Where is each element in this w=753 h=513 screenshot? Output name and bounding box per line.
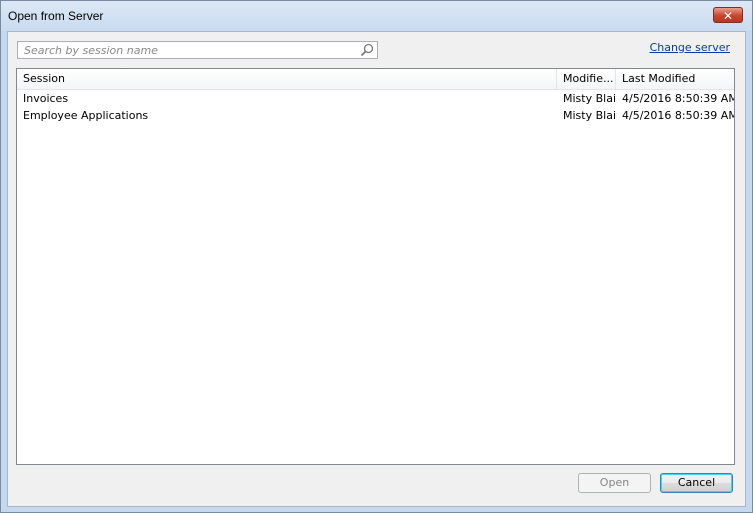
column-header-session[interactable]: Session xyxy=(17,69,557,89)
session-name: Employee Applications xyxy=(23,109,149,122)
title-bar[interactable]: Open from Server ✕ xyxy=(1,1,752,31)
dialog-window: Open from Server ✕ Search by session nam… xyxy=(0,0,753,513)
column-header-last-modified[interactable]: Last Modified xyxy=(616,69,734,89)
open-button[interactable]: Open xyxy=(578,473,651,493)
cancel-button[interactable]: Cancel xyxy=(660,473,733,493)
session-list[interactable]: Session Modifie... Last Modified Invoice… xyxy=(16,68,735,465)
modified-by: Misty Blair xyxy=(563,109,616,122)
search-placeholder: Search by session name xyxy=(24,44,158,57)
list-header: Session Modifie... Last Modified xyxy=(17,69,734,90)
dialog-title: Open from Server xyxy=(8,9,104,23)
change-server-link[interactable]: Change server xyxy=(650,41,730,54)
column-header-modified-by[interactable]: Modifie... xyxy=(557,69,616,89)
last-modified: 4/5/2016 8:50:39 AM xyxy=(622,92,734,105)
search-input[interactable]: Search by session name xyxy=(17,41,378,59)
search-icon[interactable] xyxy=(360,43,374,57)
close-button[interactable]: ✕ xyxy=(713,7,743,23)
table-row[interactable]: Employee Applications Misty Blair 4/5/20… xyxy=(17,107,734,124)
session-name: Invoices xyxy=(23,92,69,105)
table-row[interactable]: Invoices Misty Blair 4/5/2016 8:50:39 AM xyxy=(17,90,734,107)
close-icon: ✕ xyxy=(722,9,734,23)
last-modified: 4/5/2016 8:50:39 AM xyxy=(622,109,734,122)
modified-by: Misty Blair xyxy=(563,92,616,105)
dialog-body: Search by session name Change server Ses… xyxy=(7,31,746,507)
